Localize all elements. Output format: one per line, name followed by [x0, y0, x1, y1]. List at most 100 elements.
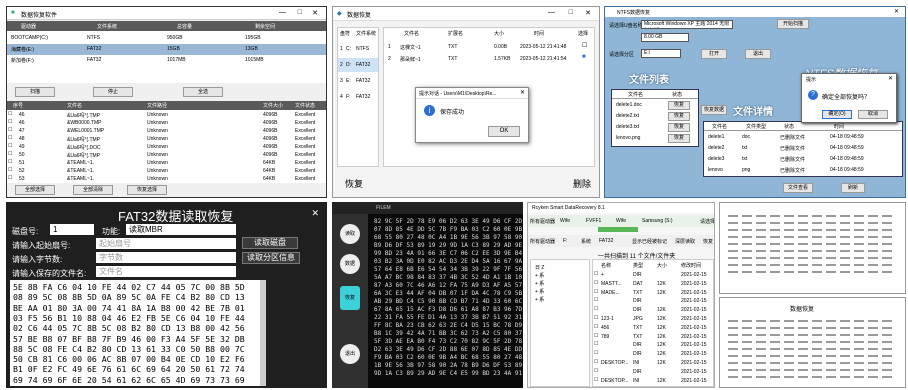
drive-tab[interactable]: 请选择盘 [700, 218, 714, 225]
exit-button[interactable]: 退出 [745, 49, 771, 59]
checkbox[interactable]: ☐ [594, 271, 598, 277]
side-nav-exit[interactable]: 退出 [340, 344, 360, 364]
file-row[interactable]: ☐ DIR 12K 2021-02-15 [593, 350, 713, 358]
file-row[interactable]: ☐ DIR 12K 2021-02-15 [593, 306, 713, 314]
checkbox[interactable]: ☐ [594, 350, 598, 356]
drive-row[interactable]: 2 D: FAT32 [338, 58, 378, 72]
drive-row[interactable]: 1 C: NTFS [338, 42, 378, 56]
row-restore-button[interactable]: 恢复 [668, 101, 690, 110]
partition-select[interactable]: E:\ [641, 49, 681, 58]
sector-input[interactable]: 起始扇号 [96, 238, 236, 249]
bottom-button[interactable]: 恢复选择 [127, 185, 167, 195]
tree-node[interactable]: + 系 [535, 280, 544, 287]
file-row[interactable]: ☐ 789 TXT 12K 2021-02-15 [593, 333, 713, 341]
restore-button[interactable]: 恢复 [345, 177, 363, 190]
list-row[interactable]: delete1.doc 恢复 [612, 101, 698, 111]
file-row[interactable]: ☐ 46 &WB0000.TMP Unknown 4096B Excellent [7, 119, 326, 127]
file-row[interactable]: ☐ 456 TXT 12K 2021-02-15 [593, 324, 713, 332]
row-restore-button[interactable]: 恢复 [668, 134, 690, 143]
drive-tab[interactable]: Samsung (S:) [642, 218, 673, 224]
file-row[interactable]: ☐ DIR 2021-02-15 [593, 368, 713, 376]
drive-tab[interactable]: Wife [616, 218, 626, 224]
checkbox[interactable]: ☐ [594, 289, 598, 295]
scrollbar[interactable] [260, 280, 266, 386]
file-row[interactable]: ☐ DIR 12K 2021-02-15 [593, 341, 713, 349]
file-row[interactable]: ☐ 46 &Ua6吗*(.TMP Unknown 4096B Excellent [7, 111, 326, 119]
drive-tab[interactable]: Wife [560, 218, 570, 224]
side-nav-read[interactable]: 读取 [340, 224, 360, 244]
filename-input[interactable]: 文件名 [96, 266, 236, 277]
file-row[interactable]: ☐ MASTT... DAT 12K 2021-02-15 [593, 280, 713, 288]
side-nav-restore[interactable]: 恢复 [340, 286, 360, 310]
tree-node[interactable]: + 系 [535, 288, 544, 295]
drive-select[interactable]: Microsoft Windows XP 主题 2014 无限制年版 [641, 20, 733, 29]
file-row[interactable]: ☐ 49 &Ua6吗*(.DOC Unknown 4096B Excellent [7, 143, 326, 151]
detail-row[interactable]: delete3 txt 已删除文件 04-18 09:48:59 [704, 155, 902, 165]
side-nav-data[interactable]: 数据 [340, 254, 360, 274]
list-row[interactable]: delete2.txt 恢复 [612, 112, 698, 122]
open-button[interactable]: 打开 [701, 49, 727, 59]
checkbox[interactable]: ☐ [8, 167, 12, 173]
close-icon[interactable]: ✕ [311, 208, 319, 219]
path-tab[interactable]: FAT32 [599, 238, 613, 244]
file-row[interactable]: ☐ 50 &Ua6吗*(.TMP Unknown 4096B Excellent [7, 151, 326, 159]
function-select[interactable]: 读取MBR [126, 224, 236, 235]
path-tab[interactable]: 所有驱动器 [530, 238, 555, 245]
close-icon[interactable]: ✕ [312, 9, 318, 17]
file-row[interactable]: ☐ + DIR 2021-02-15 [593, 271, 713, 279]
toolbar-button[interactable]: 全选 [183, 87, 223, 97]
dialog-ok-button[interactable]: 确定(O) [822, 110, 852, 119]
list-row[interactable]: lenovo.png 恢复 [612, 134, 698, 144]
dialog-close-icon[interactable]: ✕ [520, 89, 525, 96]
close-icon[interactable]: ✕ [585, 9, 591, 17]
path-tab[interactable]: 系统 [581, 238, 591, 245]
checkbox[interactable]: ☐ [8, 119, 12, 125]
select-checkbox[interactable]: ■ [582, 54, 586, 60]
file-row[interactable]: ☐ DESKTOP... INI 12K 2021-02-15 [593, 359, 713, 367]
file-row[interactable]: ☐ 47 &WEL0001.TMP Unknown 4096B Excellent [7, 127, 326, 135]
detail-row[interactable]: delete2 txt 已删除文件 04-18 09:48:59 [704, 144, 902, 154]
dialog-ok-button[interactable]: OK [488, 126, 520, 137]
drive-row[interactable]: BOOTCAMP(C:) NTFS 950GB 195GB [7, 33, 326, 44]
drive-row[interactable]: 4 F: FAT32 [338, 90, 378, 104]
checkbox[interactable]: ☐ [594, 333, 598, 339]
delete-button[interactable]: 删除 [573, 177, 591, 190]
bytes-input[interactable]: 字节数 [96, 252, 236, 263]
file-row[interactable]: ☐ 123-1 JPG 12K 2021-02-15 [593, 315, 713, 323]
drive-row[interactable]: 海藏卷(E:) FAT32 15GB 13GB [7, 44, 326, 55]
detail-row[interactable]: lenovo png 已删除文件 04-18 09:48:59 [704, 166, 902, 176]
path-tab[interactable]: 显示已经被标记 [632, 238, 667, 245]
bottom-button[interactable]: 全部选择 [15, 185, 55, 195]
file-row[interactable]: ☐ DIR 2021-02-15 [593, 297, 713, 305]
size-field[interactable]: 8.00 GB [641, 33, 689, 42]
file-row[interactable]: 1 这棵文~1 TXT 0.00B 2023-05-12 21:41:48 ☐ [384, 42, 594, 53]
tree-node[interactable]: + 系 [535, 296, 544, 303]
select-checkbox[interactable]: ☐ [582, 42, 587, 49]
checkbox[interactable]: ☐ [8, 143, 12, 149]
read-partition-button[interactable]: 读取分区信息 [242, 252, 300, 264]
path-tab[interactable]: 深层读取 [675, 238, 695, 245]
checkbox[interactable]: ☐ [594, 368, 598, 374]
checkbox[interactable]: ☐ [594, 306, 598, 312]
minimize-icon[interactable]: — [548, 9, 555, 16]
close-icon[interactable]: ✕ [894, 8, 899, 15]
refresh-button[interactable]: 刷新 [841, 183, 865, 193]
checkbox[interactable]: ☐ [8, 111, 12, 117]
checkbox[interactable]: ☐ [594, 280, 598, 286]
row-restore-button[interactable]: 恢复 [668, 112, 690, 121]
checkbox[interactable]: ☐ [8, 135, 12, 141]
toolbar-button[interactable]: 停止 [93, 87, 133, 97]
file-row[interactable]: ☐ 51 &TEAML~1. Unknown 64KB Excellent [7, 159, 326, 167]
path-tab[interactable]: F: [563, 238, 567, 244]
file-row[interactable]: ☐ MADE... TXT 12K 2021-02-15 [593, 289, 713, 297]
dialog-cancel-button[interactable]: 取消 [858, 110, 888, 119]
toolbar-button[interactable]: 扫描 [15, 87, 55, 97]
checkbox[interactable]: ☐ [8, 159, 12, 165]
checkbox[interactable]: ☐ [8, 127, 12, 133]
minimize-icon[interactable]: — [279, 9, 286, 16]
drive-row[interactable]: 3 E: FAT32 [338, 74, 378, 88]
file-row[interactable]: ☐ DESKTOP... INI 12K 2021-02-15 [593, 377, 713, 385]
checkbox[interactable]: ☐ [594, 297, 598, 303]
drive-tab[interactable]: 所有驱动器 [530, 218, 555, 225]
file-row[interactable]: ☐ 48 &Ua6吗*(.TMP Unknown 4096B Excellent [7, 135, 326, 143]
